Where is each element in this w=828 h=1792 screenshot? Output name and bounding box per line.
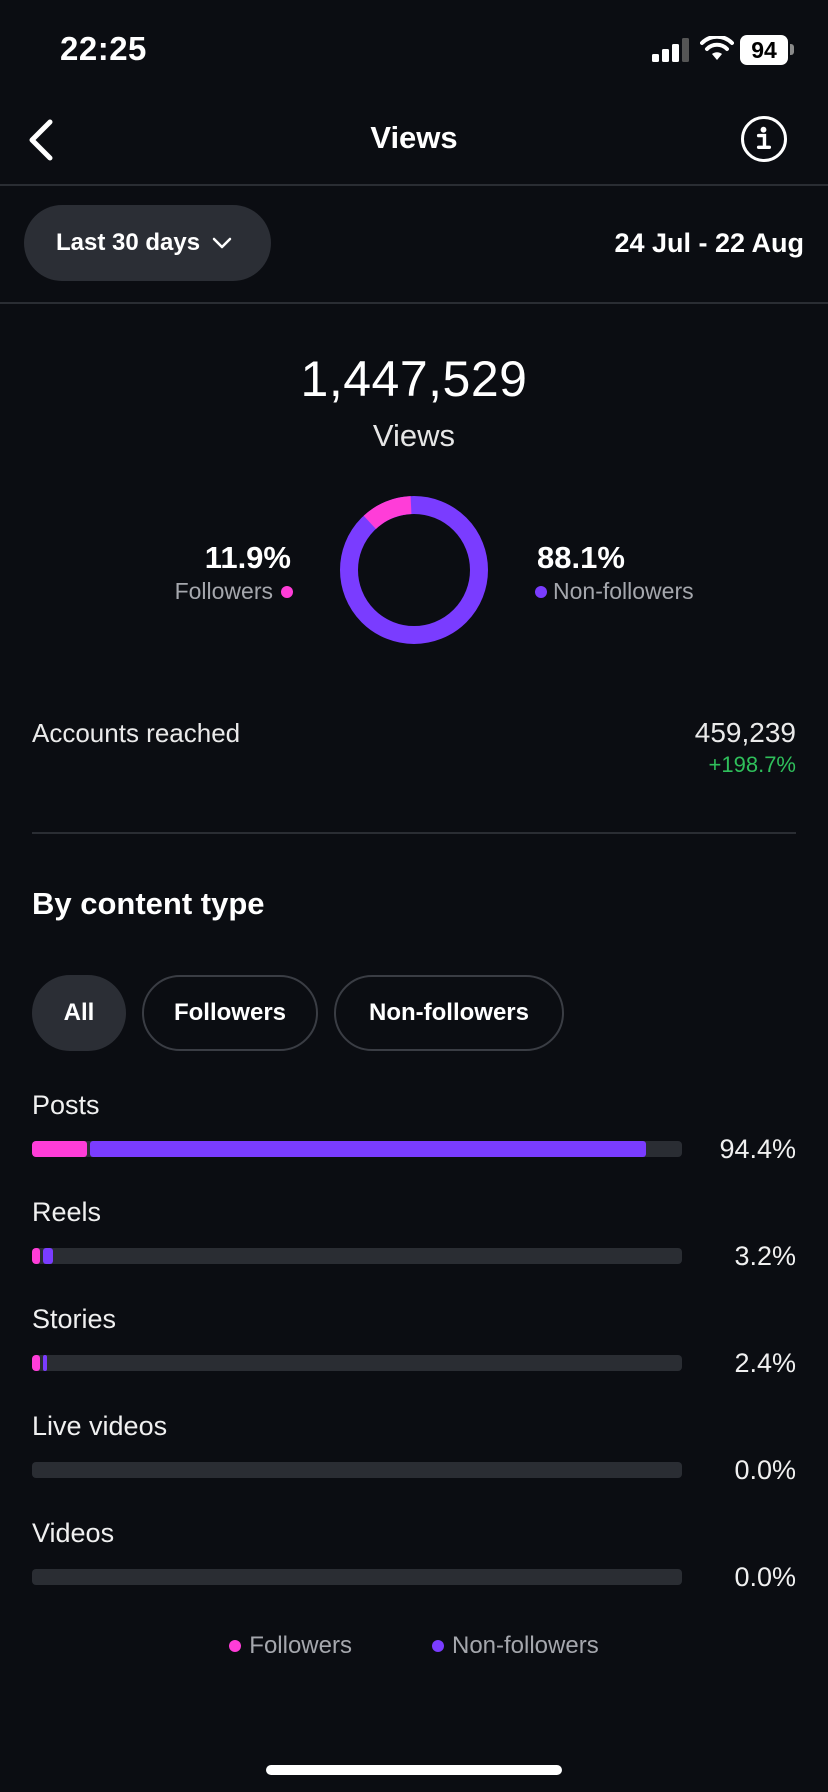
followers-percentage: 11.9%: [204, 540, 291, 575]
cellular-signal-icon: [652, 38, 689, 62]
date-range-label: Last 30 days: [56, 229, 201, 256]
row-pct-stories: 2.4%: [734, 1348, 796, 1378]
row-label-stories: Stories: [32, 1304, 117, 1334]
header-divider: [0, 184, 828, 186]
wifi-icon: [700, 36, 734, 60]
views-donut-chart: [340, 496, 488, 644]
chart-legend: Followers Non-followers: [0, 1632, 828, 1660]
page-title: Views: [370, 120, 458, 155]
row-label-videos: Videos: [32, 1518, 115, 1548]
bar-nonfollowers-reels: [42, 1248, 54, 1264]
filter-nonfollowers[interactable]: Non-followers: [334, 975, 564, 1051]
followers-label: Followers: [174, 578, 273, 604]
row-label-live-videos: Live videos: [32, 1411, 168, 1441]
range-divider: [0, 302, 828, 304]
filter-followers[interactable]: Followers: [142, 975, 318, 1051]
accounts-reached-value: 459,239: [694, 717, 796, 748]
bar-followers-stories: [32, 1355, 40, 1371]
status-time: 22:25: [60, 30, 147, 67]
legend-followers-dot: [229, 1640, 242, 1652]
bar-followers-posts: [32, 1141, 88, 1157]
followers-legend: Followers: [175, 578, 293, 605]
chevron-down-icon: [212, 237, 232, 249]
date-range-dropdown[interactable]: Last 30 days: [24, 205, 271, 281]
nonfollowers-label: Non-followers: [553, 578, 694, 604]
nonfollowers-legend: Non-followers: [535, 578, 694, 605]
nonfollowers-percentage: 88.1%: [537, 540, 625, 575]
accounts-reached-label: Accounts reached: [32, 718, 241, 748]
filter-all[interactable]: All: [32, 975, 126, 1051]
accounts-reached-change: +198.7%: [708, 752, 796, 777]
bar-followers-reels: [32, 1248, 40, 1264]
date-range-text: 24 Jul - 22 Aug: [614, 228, 804, 258]
bar-nonfollowers-posts: [90, 1141, 646, 1157]
row-label-posts: Posts: [32, 1090, 100, 1120]
home-indicator: [266, 1765, 562, 1775]
row-pct-posts: 94.4%: [719, 1134, 796, 1164]
row-pct-live-videos: 0.0%: [734, 1455, 796, 1485]
section-divider: [32, 832, 796, 834]
row-pct-videos: 0.0%: [734, 1562, 796, 1592]
donut-nonfollowers-segment: [340, 496, 488, 644]
row-label-reels: Reels: [32, 1197, 102, 1227]
bar-track-reels: [32, 1248, 682, 1264]
bar-nonfollowers-stories: [42, 1355, 48, 1371]
legend-nonfollowers-label: Non-followers: [451, 1632, 599, 1659]
legend-followers-label: Followers: [249, 1632, 352, 1659]
nonfollowers-dot: [535, 585, 547, 598]
info-icon: [756, 126, 772, 149]
bar-track-stories: [32, 1355, 682, 1371]
legend-nonfollowers: Non-followers: [431, 1632, 599, 1660]
content-type-title: By content type: [32, 886, 265, 921]
bar-track-live-videos: [32, 1462, 682, 1478]
legend-nonfollowers-dot: [431, 1640, 444, 1652]
bar-track-posts: [32, 1141, 682, 1157]
total-views: 1,447,529: [300, 351, 528, 407]
info-button[interactable]: [741, 116, 787, 162]
battery-icon: 94: [740, 35, 788, 65]
battery-nub: [790, 44, 794, 55]
total-views-label: Views: [372, 418, 456, 453]
legend-followers: Followers: [229, 1632, 352, 1660]
bar-track-videos: [32, 1569, 682, 1585]
row-pct-reels: 3.2%: [734, 1241, 796, 1271]
followers-dot: [281, 585, 293, 598]
donut-followers-segment: [340, 496, 488, 644]
